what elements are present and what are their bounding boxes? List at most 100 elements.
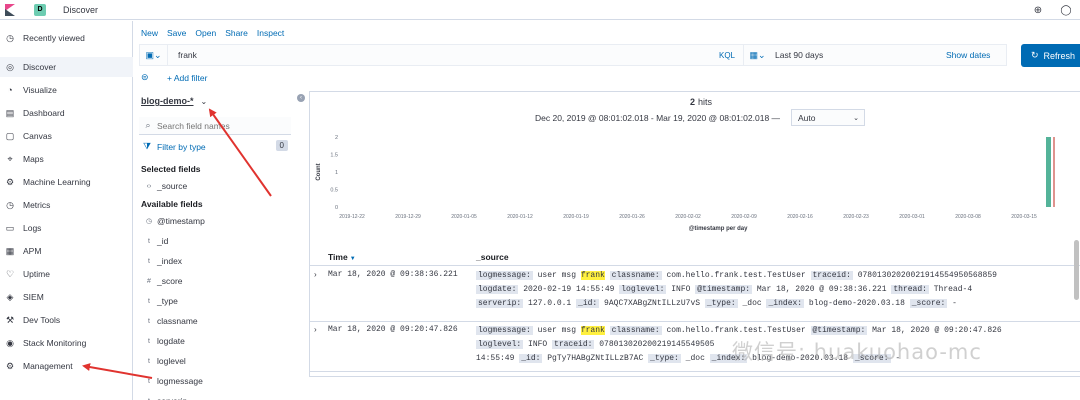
field-value: 0780130202002191455495056885​9 [852,271,997,280]
nav-label: Maps [23,154,44,164]
nav-item-dev-tools[interactable]: ⚒ Dev Tools [0,310,133,330]
field-name: _index [157,256,183,266]
nav-item-canvas[interactable]: ▢ Canvas [0,126,133,146]
field-name: _source [157,181,188,191]
time-header-label: Time [328,252,348,262]
open-link[interactable]: Open [195,28,216,38]
nav-item-visualize[interactable]: ◔ Visualize [0,80,133,100]
interval-value: Auto [798,112,816,123]
time-column-header[interactable]: Time ▼ [328,252,356,262]
kibana-logo-icon [5,3,15,16]
user-menu-icon[interactable]: ◯ [1052,0,1080,20]
scrollbar[interactable] [1074,240,1079,300]
filter-count-badge: 0 [275,140,288,151]
canvas-icon: ▢ [5,130,15,141]
filter-options-icon[interactable]: ⊜ [141,72,155,83]
help-icon[interactable]: ⊕ [1024,0,1052,20]
field-value: - [947,299,957,308]
logs-icon: ▭ [5,222,15,233]
field-item[interactable]: ◷ @timestamp [143,213,293,229]
field-value: 127.0.0.1 [523,299,577,308]
nav-label: Uptime [23,269,50,279]
nav-item-stack-monitoring[interactable]: ◉ Stack Monitoring [0,333,133,353]
source-line: logmessage: user msg frank classname: co… [476,269,1046,283]
search-icon: ⌕ [145,120,151,130]
field-search: ⌕ [139,117,291,135]
nav-item-uptime[interactable]: ♡ Uptime [0,264,133,284]
kibana-logo[interactable] [0,0,20,20]
field-value: INFO [666,285,696,294]
query-language-switcher[interactable]: KQL [711,51,743,60]
field-item[interactable]: t logmessage [143,373,293,389]
nav-item-siem[interactable]: ◈ SIEM [0,287,133,307]
field-key: loglevel: [476,340,524,349]
visualize-icon: ◔ [7,85,13,95]
field-item[interactable]: ‹› _source [143,178,293,194]
histogram-chart: Count 0 0.5 1 1.5 2 2019-12-22 2019-12-29 2020-0… [316,135,1055,232]
field-value: blog-demo-2020.03.18 [804,299,910,308]
filter-by-type-button[interactable]: ⧩ Filter by type 0 [143,140,290,152]
interval-select[interactable]: Auto ⌄ [791,109,865,126]
nav-item-management[interactable]: ⚙ Management [0,356,133,376]
field-type-icon: # [147,277,151,285]
nav-label: Visualize [23,85,57,95]
nav-label: Machine Learning [23,177,91,187]
nav-item-apm[interactable]: ▦ APM [0,241,133,261]
field-name: _type [157,296,178,306]
nav-item-dashboard[interactable]: ▤ Dashboard [0,103,133,123]
field-value: 2020-02-19 14:55:49 [518,285,620,294]
row-source: logmessage: user msg frank classname: co… [476,269,1046,311]
field-item[interactable]: t loglevel [143,353,293,369]
field-name: logdate [157,336,185,346]
field-item[interactable]: t logdate [143,333,293,349]
field-item[interactable]: t classname [143,313,293,329]
field-item[interactable]: # _score [143,273,293,289]
space-avatar[interactable]: D [34,3,46,16]
query-input[interactable]: frank [178,50,711,60]
index-pattern-switcher[interactable]: blog-demo-* ⌄ [141,96,207,106]
field-key: classname: [609,271,662,280]
x-tick-label: 2020-02-23 [843,214,869,220]
query-bar: ▣⌄ frank KQL ▦⌄ Last 90 days Show dates [139,44,1007,66]
histogram-bar[interactable] [1046,137,1051,207]
apm-icon: ▦ [5,245,15,256]
nav-item-machine-learning[interactable]: ⚙ Machine Learning [0,172,133,192]
share-link[interactable]: Share [225,28,248,38]
x-tick-label: 2020-01-05 [451,214,477,220]
collapse-sidebar-button[interactable]: ‹ [297,94,305,102]
inspect-link[interactable]: Inspect [257,28,284,38]
save-link[interactable]: Save [167,28,186,38]
time-range-label[interactable]: Last 90 days [771,50,946,60]
field-item[interactable]: t _id [143,233,293,249]
nav-item-logs[interactable]: ▭ Logs [0,218,133,238]
field-search-input[interactable] [157,120,287,131]
field-name: serverip [157,396,187,400]
show-dates-link[interactable]: Show dates [946,50,1006,60]
nav-item-metrics[interactable]: ◷ Metrics [0,195,133,215]
field-item[interactable]: tserverip [143,393,293,400]
table-row[interactable]: › Mar 18, 2020 @ 09:38:36.221 logmessage: … [310,267,1080,322]
nav-recently-viewed[interactable]: ◷ Recently viewed [0,28,133,48]
x-tick-label: 2020-01-12 [507,214,533,220]
nav-item-maps[interactable]: ⌖ Maps [0,149,133,169]
field-item[interactable]: t _index [143,253,293,269]
refresh-button[interactable]: ↻ Refresh [1021,44,1080,67]
index-pattern-title: blog-demo-* [141,96,194,106]
date-picker-quick-button[interactable]: ▦⌄ [743,45,771,65]
nav-item-discover[interactable]: ◎ Discover [0,57,133,77]
saved-query-button[interactable]: ▣⌄ [140,45,168,65]
devtools-icon: ⚒ [5,314,15,325]
expand-row-icon[interactable]: › [314,270,317,279]
nav-label: Metrics [23,200,51,210]
doc-table-header: Time ▼ _source [310,248,1080,266]
sort-down-icon[interactable]: ▼ [350,256,356,262]
field-item[interactable]: t _type [143,293,293,309]
x-tick-label: 2020-03-01 [899,214,925,220]
add-filter-button[interactable]: + Add filter [167,73,207,83]
results-panel: 2 hits Dec 20, 2019 @ 08:01:02.018 - Mar … [309,91,1080,377]
new-link[interactable]: New [141,28,158,38]
field-type-icon: t [148,317,150,325]
x-tick-label: 2020-03-08 [955,214,981,220]
filter-by-type-label: Filter by type [157,141,206,152]
expand-row-icon[interactable]: › [314,325,317,334]
